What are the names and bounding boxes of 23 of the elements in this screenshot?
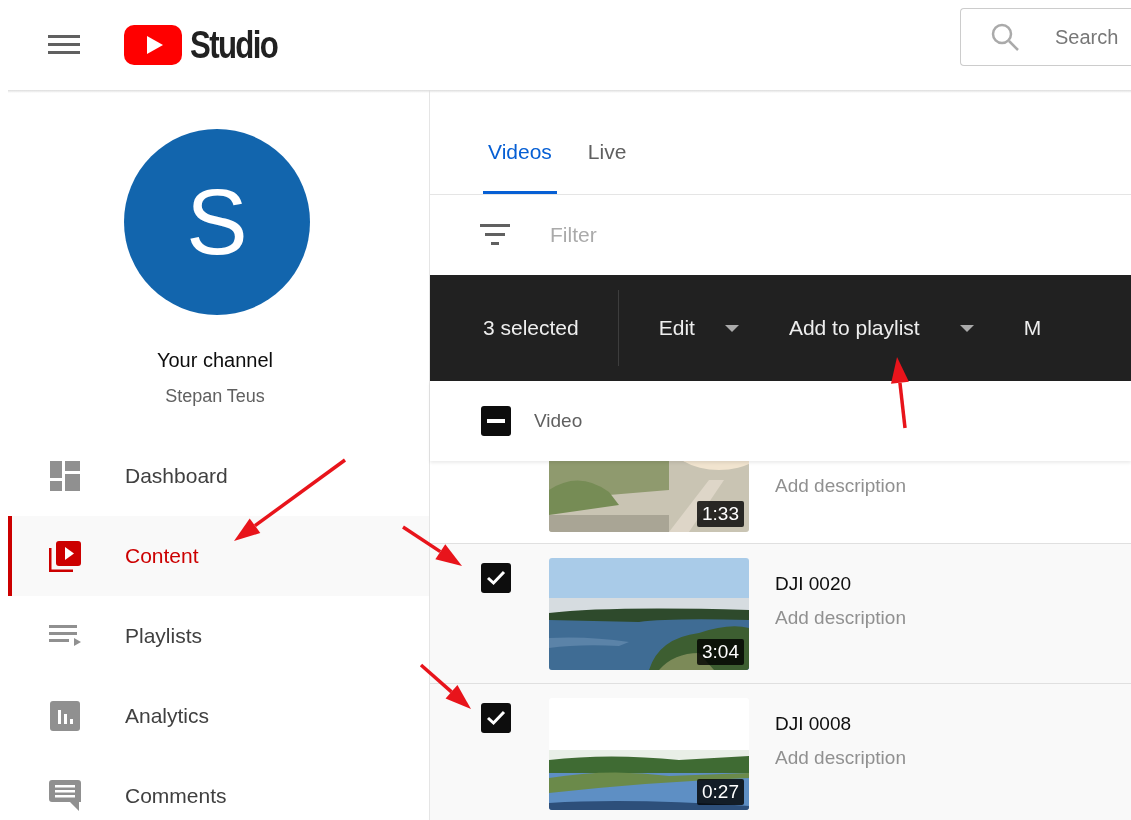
action-button[interactable]: Edit — [658, 312, 739, 344]
avatar: S — [124, 129, 310, 315]
sidebar-item[interactable]: Comments — [8, 756, 429, 820]
search-field[interactable]: Search — [960, 8, 1131, 66]
video-title: DJI 0020 — [775, 572, 853, 596]
selection-count: 3 selected — [483, 315, 579, 342]
sidebar-item[interactable]: Content — [8, 516, 429, 596]
sidebar-item[interactable]: Analytics — [8, 676, 429, 756]
channel-name: Stepan Teus — [164, 385, 266, 408]
logo-text: Studio — [190, 22, 278, 68]
video-title: DJI 0008 — [775, 712, 853, 736]
sidebar-item[interactable]: Playlists — [8, 596, 429, 676]
duration-badge: 1:33 — [697, 501, 744, 527]
duration-badge: 0:27 — [697, 779, 744, 805]
action-button[interactable]: M — [1023, 312, 1042, 344]
tab[interactable]: Videos — [483, 135, 557, 194]
tab[interactable]: Live — [582, 135, 632, 194]
sidebar-item[interactable]: Dashboard — [8, 436, 429, 516]
filter-field[interactable]: Filter — [550, 219, 850, 251]
column-header: Video — [534, 408, 583, 433]
action-button[interactable]: Add to playlist — [788, 312, 974, 344]
duration-badge: 3:04 — [697, 639, 744, 665]
channel-label: Your channel — [156, 348, 274, 373]
